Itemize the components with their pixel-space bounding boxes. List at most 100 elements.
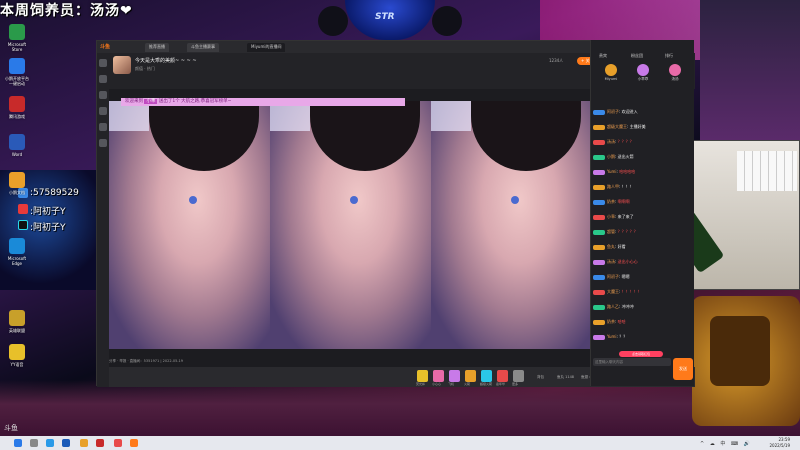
chat-message: 超管: ？？？？？	[593, 228, 693, 235]
desktop-icon[interactable]: YY语音	[2, 344, 32, 367]
chat-text: 冲冲冲	[621, 304, 634, 309]
chat-username[interactable]: 鱼丸	[607, 244, 615, 249]
earring	[189, 196, 197, 204]
chat-username[interactable]: Yumi	[607, 169, 617, 174]
rank-avatar	[637, 64, 649, 76]
level-badge-icon	[593, 184, 605, 190]
chat-text: 啊啊啊	[617, 199, 630, 204]
taskbar-app-icon[interactable]	[14, 439, 22, 447]
desktop-icon[interactable]: 小鹅开放平台 一键启动	[2, 58, 32, 86]
level-badge-icon	[593, 154, 605, 160]
chat-username[interactable]: 汤汤	[607, 139, 615, 144]
rank-item[interactable]: 汤汤	[661, 64, 689, 82]
streamer-avatar[interactable]	[113, 56, 131, 74]
level-badge-icon	[593, 334, 605, 340]
chat-text: 主播好美	[629, 124, 646, 129]
chat-input[interactable]: 这里输入聊天内容	[593, 358, 671, 366]
chat-tab-fans[interactable]: 粉丝团	[631, 53, 643, 59]
app-icon	[9, 238, 25, 254]
chat-username[interactable]: 超级大魔王	[607, 124, 627, 129]
desktop-icon-label: Microsoft Edge	[7, 256, 27, 266]
video-player[interactable]	[109, 101, 592, 349]
backpack-button[interactable]: 背包	[537, 375, 544, 380]
chat-username[interactable]: 路人甲	[607, 184, 619, 189]
chat-tab-vip[interactable]: 贵宾	[599, 53, 607, 59]
taskbar-app-icon[interactable]	[80, 439, 88, 447]
tab-room[interactable]: Miyumi的直播间	[247, 43, 286, 52]
chat-tab-rank[interactable]: 排行	[665, 53, 673, 59]
nav-category-icon[interactable]	[99, 91, 107, 99]
gift-item-icon[interactable]	[497, 370, 508, 382]
weibo-icon	[18, 204, 28, 214]
red-packet-button[interactable]: 点击领取红包	[619, 351, 663, 357]
chat-username[interactable]: 汤汤	[607, 259, 615, 264]
nav-follow-icon[interactable]	[99, 75, 107, 83]
chat-username[interactable]: 小鹅	[607, 154, 615, 159]
douyu-logo: 斗鱼	[100, 44, 111, 50]
gift-item-icon[interactable]	[465, 370, 476, 382]
send-button[interactable]: 发送	[673, 358, 693, 380]
app-icon	[9, 24, 25, 40]
taskbar-app-icon[interactable]	[46, 439, 54, 447]
left-nav	[97, 53, 109, 387]
chat-username[interactable]: 大魔王	[607, 289, 619, 294]
video-frame-1	[109, 101, 270, 349]
desktop-icon-label: 小鹅文档	[9, 190, 25, 195]
chat-text: ！！！！！	[621, 289, 642, 294]
chat-username[interactable]: 超管	[607, 229, 615, 234]
gift-item-label: 小心心	[432, 382, 442, 386]
taskbar-app-icon[interactable]	[130, 439, 138, 447]
level-badge-icon	[593, 169, 605, 175]
gift-item-icon[interactable]	[417, 370, 428, 382]
nav-more-icon[interactable]	[99, 139, 107, 147]
chat-username[interactable]: 小乖	[607, 214, 615, 219]
desktop-icon[interactable]: 腾讯游戏	[2, 96, 32, 119]
rank-item[interactable]: Miyumi	[597, 64, 625, 81]
taskbar-app-icon[interactable]	[62, 439, 70, 447]
weibo-account: :阿初子Y	[30, 207, 66, 217]
chat-message: 阿初子: 欢迎进入	[593, 108, 693, 115]
taskbar-clock[interactable]: 23:59 2022/5/19	[769, 437, 790, 449]
system-tray[interactable]: ^ ☁ 中 ⌨ 🔊	[700, 440, 752, 447]
desktop-icon[interactable]: Word	[2, 134, 32, 157]
chat-username[interactable]: 阿初子	[607, 109, 619, 114]
level-badge-icon	[593, 259, 605, 265]
chat-username[interactable]: 阿初子	[607, 274, 619, 279]
nav-game-icon[interactable]	[99, 107, 107, 115]
chat-username[interactable]: 路人乙	[607, 304, 619, 309]
tab-events[interactable]: 斗鱼主播赛事	[187, 43, 219, 52]
earring	[350, 196, 358, 204]
app-icon	[9, 344, 25, 360]
desktop-icon[interactable]: 英雄联盟	[2, 310, 32, 333]
nav-video-icon[interactable]	[99, 123, 107, 131]
level-badge-icon	[593, 124, 605, 130]
level-badge-icon	[593, 289, 605, 295]
gift-item-icon[interactable]	[433, 370, 444, 382]
chat-username[interactable]: 奶茶	[607, 199, 615, 204]
chat-username[interactable]: Yumi	[607, 334, 617, 339]
chat-text: ？？？？？	[617, 229, 638, 234]
tab-recommended[interactable]: 推荐直播	[145, 43, 169, 52]
gift-item-icon[interactable]	[513, 370, 524, 382]
qq-number: :57589529	[30, 188, 79, 198]
taskbar-app-icon[interactable]	[114, 439, 122, 447]
nav-home-icon[interactable]	[99, 59, 107, 67]
rank-avatar	[669, 64, 681, 76]
video-frame-2	[270, 101, 431, 349]
rank-item[interactable]: 小乖乖	[629, 64, 657, 82]
tiktok-icon	[18, 220, 28, 230]
chat-text: ？？？？	[617, 139, 634, 144]
chat-username[interactable]: 奶茶	[607, 319, 615, 324]
desktop-icon[interactable]: Microsoft Store	[2, 24, 32, 52]
gift-item-icon[interactable]	[449, 370, 460, 382]
gift-item-label: 超级火箭	[480, 382, 493, 386]
stream-banner: 本周饲养员：汤汤❤	[0, 3, 133, 19]
taskbar-app-icon[interactable]	[96, 439, 104, 447]
gift-item-icon[interactable]	[481, 370, 492, 382]
desktop-icon[interactable]: 小鹅文档	[2, 172, 32, 195]
desktop-icon[interactable]: Microsoft Edge	[2, 238, 32, 266]
room-category[interactable]: 颜值 · 热门	[135, 66, 155, 72]
chat-text: 嗯嗯	[621, 274, 630, 279]
corner-watermark: 斗鱼	[4, 424, 18, 432]
taskbar-app-icon[interactable]	[30, 439, 38, 447]
